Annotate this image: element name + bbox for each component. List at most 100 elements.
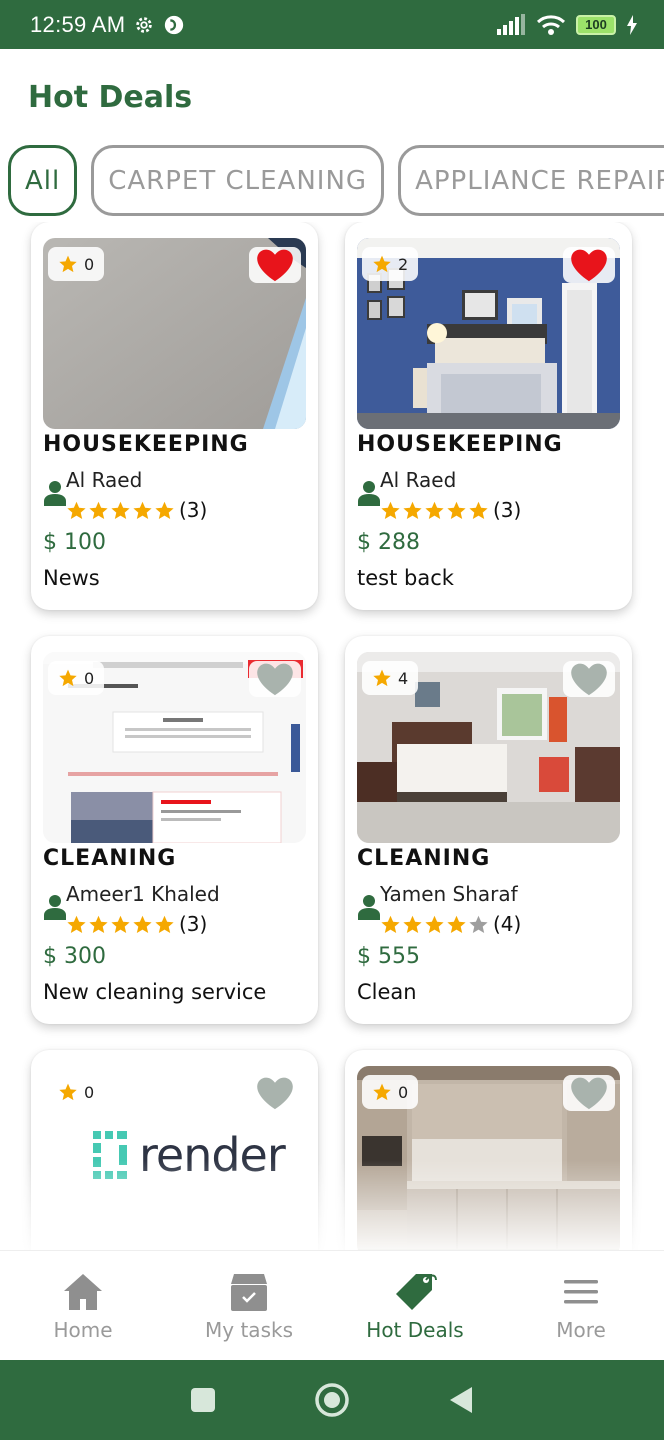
star-empty-icon (469, 915, 488, 933)
deal-description: Clean (357, 980, 417, 1004)
star-icon (155, 915, 174, 933)
signal-icon (497, 13, 525, 35)
star-icon (425, 915, 444, 933)
battery-indicator: 100 (576, 14, 616, 35)
bottom-navigation: Home My tasks Hot Deals More (0, 1250, 664, 1360)
person-icon (44, 481, 66, 506)
home-circle-icon[interactable] (314, 1382, 350, 1418)
rating-value: 0 (84, 1082, 95, 1102)
favorite-button[interactable] (563, 247, 615, 283)
star-icon (403, 915, 422, 933)
star-icon (373, 255, 391, 273)
deal-price: $ 100 (43, 530, 106, 555)
category-filter-bar: All CARPET CLEANING APPLIANCE REPAIR (8, 145, 664, 216)
star-icon (111, 501, 130, 519)
heart-outline-icon (257, 663, 293, 696)
star-icon (373, 669, 391, 687)
star-icon (133, 501, 152, 519)
favorite-button[interactable] (249, 247, 301, 283)
deal-card[interactable]: render 0 (31, 1050, 318, 1250)
heart-icon (257, 249, 293, 282)
rating-badge: 0 (48, 247, 105, 281)
nav-home[interactable]: Home (0, 1251, 166, 1360)
back-triangle-icon[interactable] (448, 1385, 474, 1415)
star-icon (447, 501, 466, 519)
deal-card[interactable]: 4 CLEANING Yamen Sharaf (4) $ 555 Clean (345, 636, 632, 1024)
provider-name: Ameer1 Khaled (66, 882, 220, 906)
filter-chip-all[interactable]: All (8, 145, 78, 216)
star-icon (59, 669, 77, 687)
status-bar: 12:59 AM 100 (0, 0, 664, 49)
star-icon (155, 501, 174, 519)
rating-value: 4 (398, 668, 409, 688)
favorite-button[interactable] (249, 661, 301, 697)
star-rating: (3) (66, 912, 207, 936)
rating-badge: 2 (362, 247, 419, 281)
star-icon (425, 501, 444, 519)
deal-description: News (43, 566, 100, 590)
provider-name: Al Raed (380, 468, 457, 492)
rating-value: 0 (84, 668, 95, 688)
filter-chip-carpet-cleaning[interactable]: CARPET CLEANING (91, 145, 385, 216)
star-rating: (3) (380, 498, 521, 522)
heart-outline-icon (257, 1077, 293, 1110)
deal-card[interactable]: 0 CLEANING Ameer1 Khaled (3) $ 300 New c… (31, 636, 318, 1024)
deal-category: HOUSEKEEPING (43, 432, 249, 457)
deal-price: $ 555 (357, 944, 420, 969)
nav-hot-deals[interactable]: Hot Deals (332, 1251, 498, 1360)
charging-bolt-icon (627, 14, 637, 35)
nav-my-tasks[interactable]: My tasks (166, 1251, 332, 1360)
menu-icon (564, 1279, 598, 1303)
deal-card[interactable]: 0 HOUSEKEEPING Al Raed (3) $ 100 News (31, 222, 318, 610)
deal-description: test back (357, 566, 454, 590)
review-count: (3) (179, 498, 208, 522)
person-icon (358, 481, 380, 506)
rating-value: 0 (84, 254, 95, 274)
star-rating: (4) (380, 912, 521, 936)
favorite-button[interactable] (249, 1075, 301, 1111)
star-icon (89, 915, 108, 933)
system-navigation-bar (0, 1360, 664, 1440)
person-icon (358, 895, 380, 920)
star-icon (381, 501, 400, 519)
deal-category: CLEANING (357, 846, 491, 871)
deal-price: $ 288 (357, 530, 420, 555)
provider-name: Yamen Sharaf (380, 882, 518, 906)
star-icon (381, 915, 400, 933)
nav-my-tasks-label: My tasks (205, 1317, 293, 1342)
star-icon (403, 501, 422, 519)
recents-square-icon[interactable] (190, 1387, 216, 1413)
rating-value: 0 (398, 1082, 409, 1102)
review-count: (4) (493, 912, 522, 936)
rating-value: 2 (398, 254, 409, 274)
deals-grid: 0 HOUSEKEEPING Al Raed (3) $ 100 News 2 … (0, 222, 664, 1250)
star-icon (111, 915, 130, 933)
price-tag-icon (396, 1273, 437, 1310)
star-icon (67, 915, 86, 933)
star-icon (469, 501, 488, 519)
star-icon (447, 915, 466, 933)
filter-chip-appliance-repair[interactable]: APPLIANCE REPAIR (398, 145, 664, 216)
deal-price: $ 300 (43, 944, 106, 969)
star-icon (373, 1083, 391, 1101)
tasks-box-icon (231, 1273, 267, 1311)
star-rating: (3) (66, 498, 207, 522)
deal-description: New cleaning service (43, 980, 267, 1004)
star-icon (133, 915, 152, 933)
rating-badge: 4 (362, 661, 419, 695)
wifi-icon (536, 14, 566, 35)
deal-category: CLEANING (43, 846, 177, 871)
nav-more-label: More (556, 1317, 606, 1342)
nav-more[interactable]: More (498, 1251, 664, 1360)
favorite-button[interactable] (563, 661, 615, 697)
app-notification-icon (165, 15, 184, 34)
rating-badge: 0 (48, 1075, 105, 1109)
page-title: Hot Deals (28, 80, 193, 115)
review-count: (3) (493, 498, 522, 522)
favorite-button[interactable] (563, 1075, 615, 1111)
deal-card[interactable]: 2 HOUSEKEEPING Al Raed (3) $ 288 test ba… (345, 222, 632, 610)
heart-icon (571, 249, 607, 282)
star-icon (59, 1083, 77, 1101)
home-icon (64, 1273, 102, 1310)
deal-card[interactable]: 0 (345, 1050, 632, 1250)
